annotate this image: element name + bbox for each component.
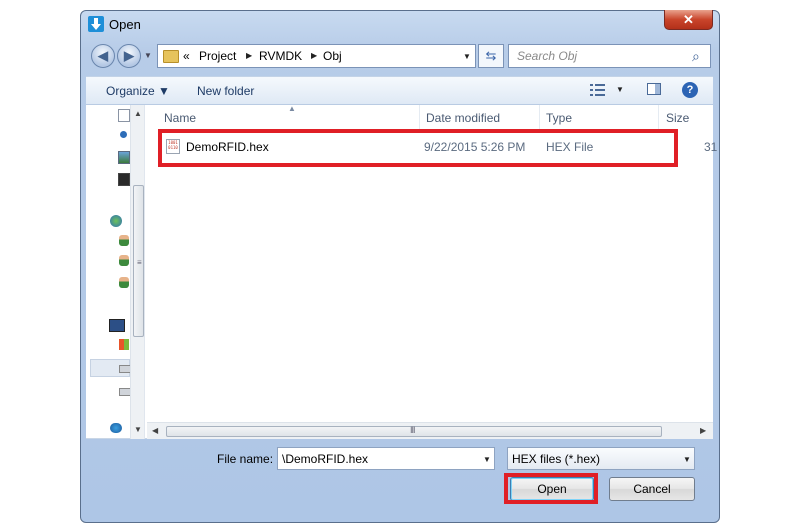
file-highlight-box [158,129,678,167]
pictures-icon [118,151,130,164]
window-title: Open [109,17,141,32]
homegroup-icon [110,215,122,227]
file-name-field[interactable]: \DemoRFID.hex ▼ [277,447,495,470]
search-icon[interactable]: ⌕ [692,48,700,65]
command-toolbar: Organize ▼ New folder ▼ ? [86,76,713,105]
column-header-size[interactable]: Size [666,105,689,131]
column-header-name[interactable]: Name [164,105,196,131]
address-bar[interactable]: « Project ▶ RVMDK ▶ Obj ▼ [157,44,476,68]
new-folder-button[interactable]: New folder [197,84,254,98]
user-icon [119,277,129,288]
scroll-left-arrow[interactable]: ◀ [152,423,158,439]
search-box[interactable]: Search Obj ⌕ [508,44,711,68]
navigation-scrollbar[interactable]: ▲ ≡ ▼ [130,105,144,439]
refresh-button[interactable]: ⇆ [478,44,504,68]
column-header-date-modified[interactable]: Date modified [426,105,500,131]
column-divider[interactable] [658,105,659,131]
sort-ascending-icon: ▲ [288,104,296,113]
cancel-button[interactable]: Cancel [609,477,695,501]
file-name-value[interactable]: \DemoRFID.hex [282,452,368,466]
breadcrumb-overflow[interactable]: « [183,49,190,63]
folder-icon [163,50,179,63]
help-icon[interactable]: ? [682,82,698,98]
organize-button[interactable]: Organize ▼ [106,84,170,98]
breadcrumb-rvmdk[interactable]: RVMDK [259,49,302,63]
scroll-up-arrow[interactable]: ▲ [134,109,142,118]
recent-locations-dropdown[interactable]: ▼ [144,51,152,60]
breadcrumb-separator[interactable]: ▶ [246,51,252,60]
search-input[interactable]: Search Obj [517,49,577,63]
document-icon [118,109,130,122]
horizontal-scrollbar[interactable]: ◀ III ▶ [147,422,713,439]
file-size: 31 [704,140,718,154]
download-arrow-icon [88,16,104,32]
open-highlight-box [504,473,598,504]
view-dropdown-icon[interactable]: ▼ [616,85,624,94]
user-icon [119,255,129,266]
file-name-dropdown[interactable]: ▼ [483,455,491,464]
column-header-type[interactable]: Type [546,105,572,131]
breadcrumb-project[interactable]: Project [199,49,236,63]
preview-pane-icon[interactable] [647,83,661,95]
address-dropdown[interactable]: ▼ [463,52,471,61]
navigation-scroll-thumb[interactable]: ≡ [133,185,144,337]
view-options-icon[interactable] [590,83,606,97]
navigation-pane[interactable]: ▲ ≡ ▼ [86,105,145,439]
column-divider[interactable] [539,105,540,131]
scroll-grip: III [410,425,415,435]
network-icon [110,423,122,433]
column-divider[interactable] [419,105,420,131]
computer-icon [109,319,125,332]
forward-button[interactable]: ▶ [117,44,141,68]
scroll-down-arrow[interactable]: ▼ [134,425,142,434]
videos-icon [118,173,130,186]
close-button[interactable]: ✕ [664,10,713,30]
file-name-label: File name: [217,452,274,466]
windows-drive-icon [119,339,129,350]
scroll-grip: ≡ [137,258,142,267]
back-button[interactable]: ◀ [91,44,115,68]
file-browser-area: ▲ ≡ ▼ Name ▲ Date modified Type Size 100… [86,104,717,439]
horizontal-scroll-thumb[interactable]: III [166,425,662,437]
breadcrumb-separator[interactable]: ▶ [311,51,317,60]
breadcrumb-obj[interactable]: Obj [323,49,342,63]
file-type-filter-value: HEX files (*.hex) [512,452,601,466]
file-type-dropdown-icon[interactable]: ▼ [683,455,691,464]
user-icon [119,235,129,246]
music-icon [120,131,127,138]
scroll-right-arrow[interactable]: ▶ [700,423,706,439]
file-type-filter[interactable]: HEX files (*.hex) ▼ [507,447,695,470]
